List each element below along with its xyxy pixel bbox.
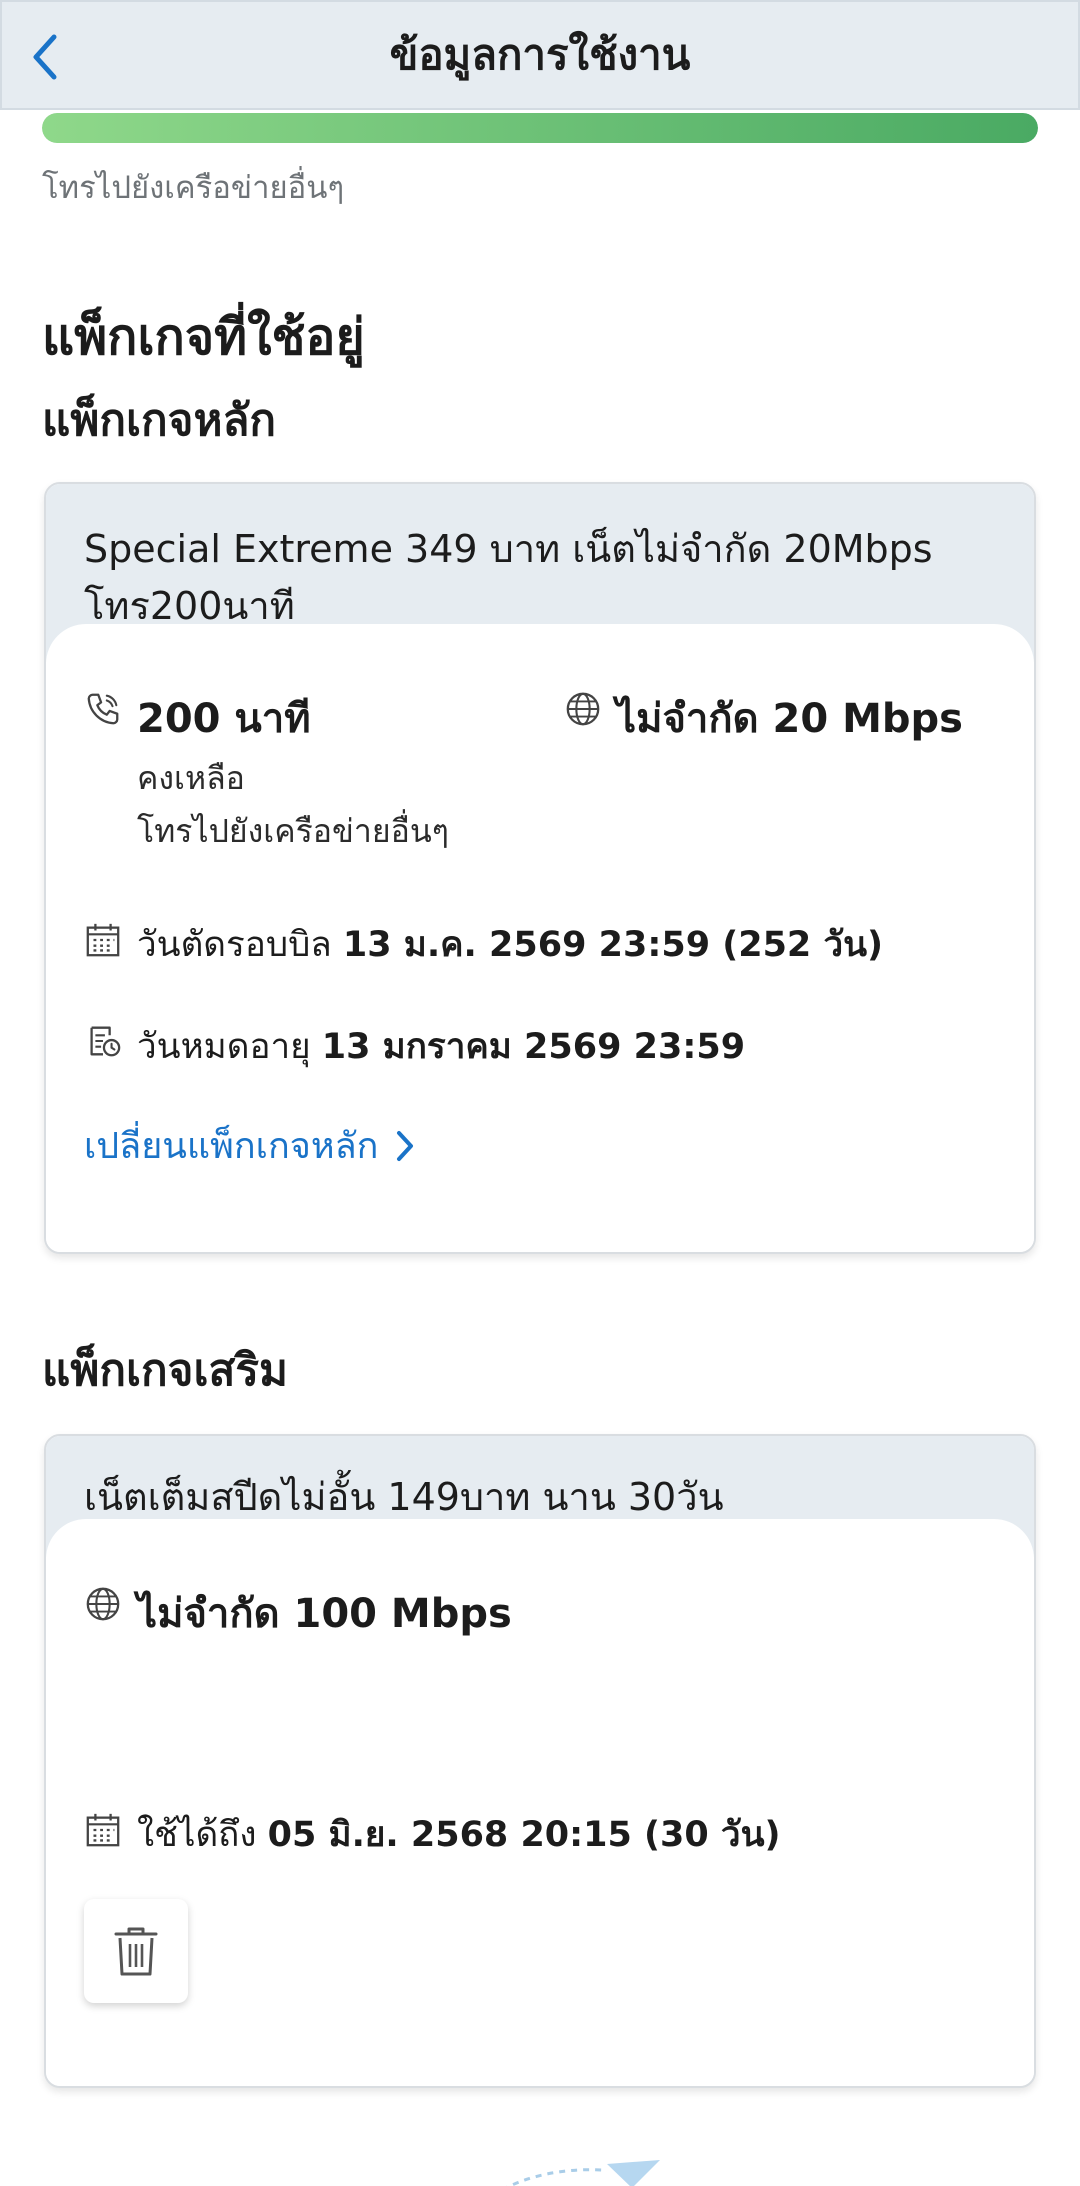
- main-package-name-line1: Special Extreme 349 บาท เน็ตไม่จำกัด 20M…: [84, 527, 933, 571]
- chevron-left-icon: [33, 34, 57, 80]
- addon-valid-until-row: ใช้ได้ถึง 05 มิ.ย. 2568 20:15 (30 วัน): [137, 1807, 781, 1862]
- addon-valid-until-label: ใช้ได้ถึง: [137, 1815, 257, 1855]
- trash-icon: [114, 1927, 158, 1976]
- main-package-card-body: 200 นาที คงเหลือ โทรไปยังเครือข่ายอื่นๆ …: [46, 624, 1034, 1252]
- expiry-label: วันหมดอายุ: [137, 1027, 311, 1067]
- delete-addon-button[interactable]: [84, 1899, 188, 2003]
- change-main-package-label: เปลี่ยนแพ็กเกจหลัก: [84, 1126, 379, 1167]
- top-bar: ข้อมูลการใช้งาน: [0, 0, 1080, 110]
- usage-progress-fill: [42, 113, 1038, 143]
- decorative-illustration: [506, 2160, 660, 2186]
- addon-valid-until-value: 05 มิ.ย. 2568 20:15 (30 วัน): [267, 1815, 781, 1855]
- call-remaining-label: คงเหลือ: [137, 759, 245, 797]
- usage-progress-bar: [42, 113, 1038, 143]
- globe-icon: [564, 690, 602, 728]
- page-title: ข้อมูลการใช้งาน: [389, 30, 691, 79]
- chevron-right-icon: [397, 1130, 414, 1161]
- billing-cycle-value: 13 ม.ค. 2569 23:59 (252 วัน): [342, 925, 884, 965]
- addon-internet-speed-value: ไม่จำกัด 100 Mbps: [137, 1591, 512, 1637]
- usage-info-screen: ข้อมูลการใช้งาน โทรไปยังเครือข่ายอื่นๆ แ…: [0, 0, 1080, 2186]
- addon-package-card-body: ไม่จำกัด 100 Mbps ใช้ได้ถึง 05 มิ.ย. 256…: [46, 1519, 1034, 2086]
- expiry-row: วันหมดอายุ 13 มกราคม 2569 23:59: [137, 1019, 745, 1074]
- expiry-value: 13 มกราคม 2569 23:59: [321, 1027, 746, 1067]
- section-title-main-package: แพ็กเกจหลัก: [42, 395, 277, 446]
- usage-caption: โทรไปยังเครือข่ายอื่นๆ: [42, 170, 345, 206]
- section-title-used-packages: แพ็กเกจที่ใช้อยู่: [42, 308, 365, 366]
- addon-package-card: เน็ตเต็มสปีดไม่อั้น 149บาท นาน 30วัน ไม่…: [44, 1434, 1036, 2088]
- billing-cycle-row: วันตัดรอบบิล 13 ม.ค. 2569 23:59 (252 วัน…: [137, 917, 883, 972]
- calendar-icon: [84, 1811, 122, 1849]
- billing-cycle-label: วันตัดรอบบิล: [137, 925, 332, 965]
- expiry-doc-icon: [84, 1022, 122, 1060]
- section-title-addon-package: แพ็กเกจเสริม: [42, 1345, 288, 1396]
- calendar-icon: [84, 921, 122, 959]
- change-main-package-link[interactable]: เปลี่ยนแพ็กเกจหลัก: [84, 1117, 414, 1174]
- addon-package-name: เน็ตเต็มสปีดไม่อั้น 149บาท นาน 30วัน: [84, 1475, 724, 1519]
- internet-speed-value: ไม่จำกัด 20 Mbps: [616, 696, 963, 742]
- globe-icon: [84, 1585, 122, 1623]
- back-button[interactable]: [22, 30, 68, 84]
- phone-icon: [84, 690, 122, 728]
- call-minutes-value: 200 นาที: [137, 696, 311, 742]
- call-remaining-desc: โทรไปยังเครือข่ายอื่นๆ: [137, 812, 449, 850]
- main-package-card: Special Extreme 349 บาท เน็ตไม่จำกัด 20M…: [44, 482, 1036, 1254]
